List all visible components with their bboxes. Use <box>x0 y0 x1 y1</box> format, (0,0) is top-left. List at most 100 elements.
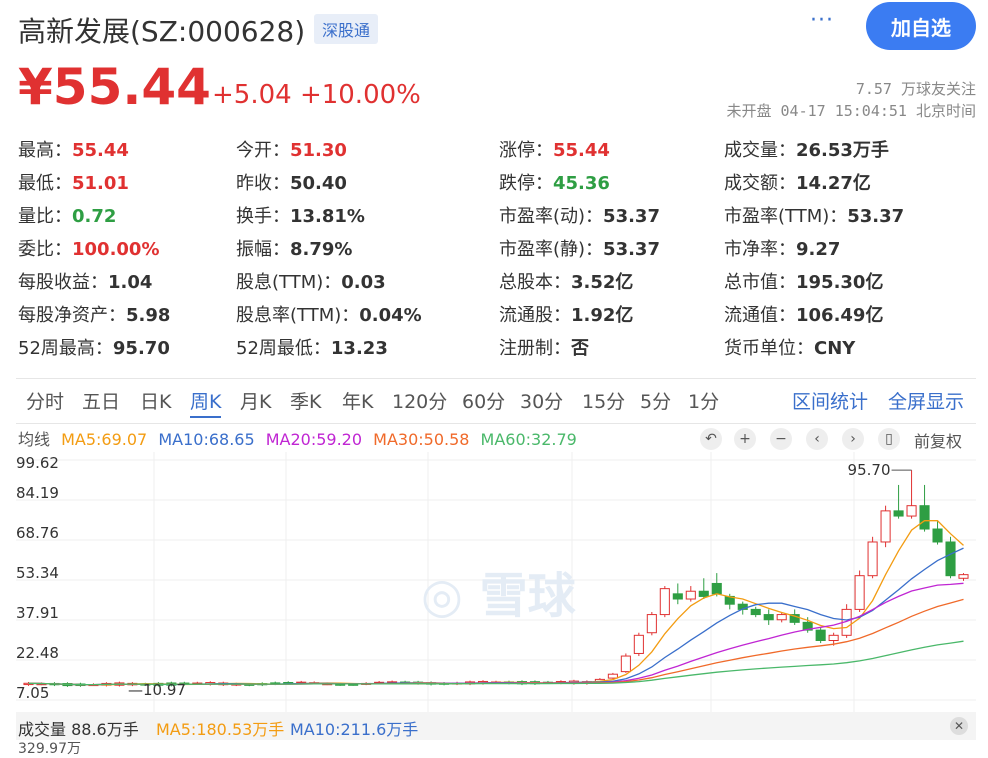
stat-label: 市盈率(TTM)： <box>724 206 848 227</box>
zoom-out-icon[interactable]: − <box>770 428 792 450</box>
candle-body <box>607 673 618 679</box>
stat-value: 95.70 <box>112 338 170 359</box>
stat-item: 52周最低：13.23 <box>236 334 388 360</box>
tab-period[interactable]: 30分 <box>520 387 563 414</box>
stat-value: CNY <box>814 338 856 359</box>
tab-period[interactable]: 分时 <box>26 387 64 414</box>
stat-item: 流通值：106.49亿 <box>724 301 883 327</box>
undo-icon[interactable]: ↶ <box>700 428 722 450</box>
ma60-value: MA60:32.79 <box>480 430 577 449</box>
add-watchlist-button[interactable]: 加自选 <box>866 2 976 50</box>
stat-item: 注册制：否 <box>499 334 589 360</box>
stats-row: 最高：55.44 今开：51.30 涨停：55.44 成交量：26.53万手 <box>18 136 978 169</box>
y-axis-label: 84.19 <box>16 484 59 502</box>
stat-item: 每股收益：1.04 <box>18 268 152 294</box>
candle-body <box>932 528 943 543</box>
stat-item: 市净率：9.27 <box>724 235 840 261</box>
stat-value: 45.36 <box>553 173 610 194</box>
chart-period-tabs: 分时 五日 日K 周K 月K 季K 年K 120分 60分 30分 15分 5分 1分 区间统计 全屏显示 <box>16 378 976 424</box>
stat-label: 今开： <box>236 140 290 161</box>
quote-stats-grid: 最高：55.44 今开：51.30 涨停：55.44 成交量：26.53万手 最低：51… <box>18 136 978 367</box>
tab-period[interactable]: 60分 <box>462 387 505 414</box>
stat-label: 昨收： <box>236 173 290 194</box>
stat-item: 昨收：50.40 <box>236 169 347 195</box>
stat-item: 总市值：195.30亿 <box>724 268 883 294</box>
close-icon[interactable]: ✕ <box>950 717 968 735</box>
y-axis-label: 99.62 <box>16 454 59 472</box>
stat-item: 跌停：45.36 <box>499 169 610 195</box>
tab-period[interactable]: 五日 <box>82 387 120 414</box>
more-icon[interactable]: ··· <box>810 8 834 33</box>
stat-item: 52周最高：95.70 <box>18 334 170 360</box>
tab-period[interactable]: 年K <box>342 387 373 414</box>
stat-value: 1.04 <box>108 272 153 293</box>
candle-body <box>685 590 696 600</box>
candle-body <box>815 629 826 641</box>
candle-body <box>620 655 631 673</box>
tab-period[interactable]: 周K <box>190 387 222 418</box>
stat-item: 市盈率(动)：53.37 <box>499 202 660 228</box>
stat-value: 100.00% <box>72 239 160 260</box>
stat-item: 最高：55.44 <box>18 136 129 162</box>
tab-period[interactable]: 日K <box>140 387 171 414</box>
stat-value: 51.30 <box>290 140 347 161</box>
fullscreen-link[interactable]: 全屏显示 <box>888 387 964 414</box>
ma-legend-label: 均线 <box>18 430 51 449</box>
candle-body <box>919 505 930 530</box>
ma-legend: 均线 MA5:69.07 MA10:68.65 MA20:59.20 MA30:… <box>18 426 583 450</box>
ma20-value: MA20:59.20 <box>265 430 363 449</box>
stat-item: 市盈率(静)：53.37 <box>499 235 660 261</box>
low-annotation: —10.97 <box>128 681 186 699</box>
stat-label: 跌停： <box>499 173 553 194</box>
stat-item: 今开：51.30 <box>236 136 347 162</box>
candle-body <box>854 575 865 610</box>
stat-label: 流通值： <box>724 305 796 326</box>
prev-icon[interactable]: ‹ <box>806 428 828 450</box>
market-tag[interactable]: 深股通 <box>314 14 379 44</box>
candle-body <box>763 614 774 621</box>
stat-label: 股息(TTM)： <box>236 272 342 293</box>
ma5-value: MA5:69.07 <box>61 430 148 449</box>
stat-label: 成交额： <box>724 173 796 194</box>
followers-count: 7.57 万球友关注 <box>855 80 976 98</box>
stat-value: 0.04% <box>359 305 422 326</box>
stat-value: 53.37 <box>603 206 660 227</box>
candle-body <box>958 574 969 579</box>
stat-label: 每股净资产： <box>18 305 126 326</box>
stock-title: 高新发展(SZ:000628) <box>18 15 306 48</box>
kline-chart[interactable]: 99.62 84.19 68.76 53.34 37.91 22.48 7.05 ◎ 雪球 95… <box>16 452 976 712</box>
tab-period[interactable]: 季K <box>290 387 321 414</box>
range-stats-link[interactable]: 区间统计 <box>792 387 868 414</box>
header: 高新发展(SZ:000628) 深股通 ··· 加自选 <box>18 2 976 50</box>
stat-item: 每股净资产：5.98 <box>18 301 170 327</box>
ma30-value: MA30:50.58 <box>373 430 470 449</box>
price-adjust-select[interactable]: 前复权 <box>914 428 962 452</box>
candle-body <box>646 614 657 634</box>
next-icon[interactable]: › <box>842 428 864 450</box>
stat-item: 市盈率(TTM)：53.37 <box>724 202 904 228</box>
tab-period[interactable]: 月K <box>240 387 271 414</box>
stat-label: 最低： <box>18 173 72 194</box>
stat-label: 成交量： <box>724 140 796 161</box>
volume-ma10: MA10:211.6万手 <box>290 720 419 739</box>
stat-value: 0.72 <box>72 206 117 227</box>
tab-period[interactable]: 5分 <box>640 387 671 414</box>
tab-period[interactable]: 120分 <box>392 387 447 414</box>
high-annotation: 95.70 <box>848 461 891 479</box>
stat-value: 9.27 <box>796 239 841 260</box>
stat-label: 货币单位： <box>724 338 814 359</box>
candle-type-icon[interactable]: ▯ <box>878 428 900 450</box>
stat-label: 最高： <box>18 140 72 161</box>
stat-label: 振幅： <box>236 239 290 260</box>
stat-item: 量比：0.72 <box>18 202 116 228</box>
stat-value: 14.27亿 <box>796 173 871 194</box>
candle-body <box>659 588 670 616</box>
stat-item: 委比：100.00% <box>18 235 160 261</box>
tab-period[interactable]: 1分 <box>688 387 719 414</box>
zoom-in-icon[interactable]: + <box>734 428 756 450</box>
candle-body <box>698 590 709 597</box>
candle-body <box>867 541 878 577</box>
candle-body <box>945 541 956 577</box>
tab-period[interactable]: 15分 <box>582 387 625 414</box>
volume-ma5: MA5:180.53万手 <box>156 720 285 739</box>
